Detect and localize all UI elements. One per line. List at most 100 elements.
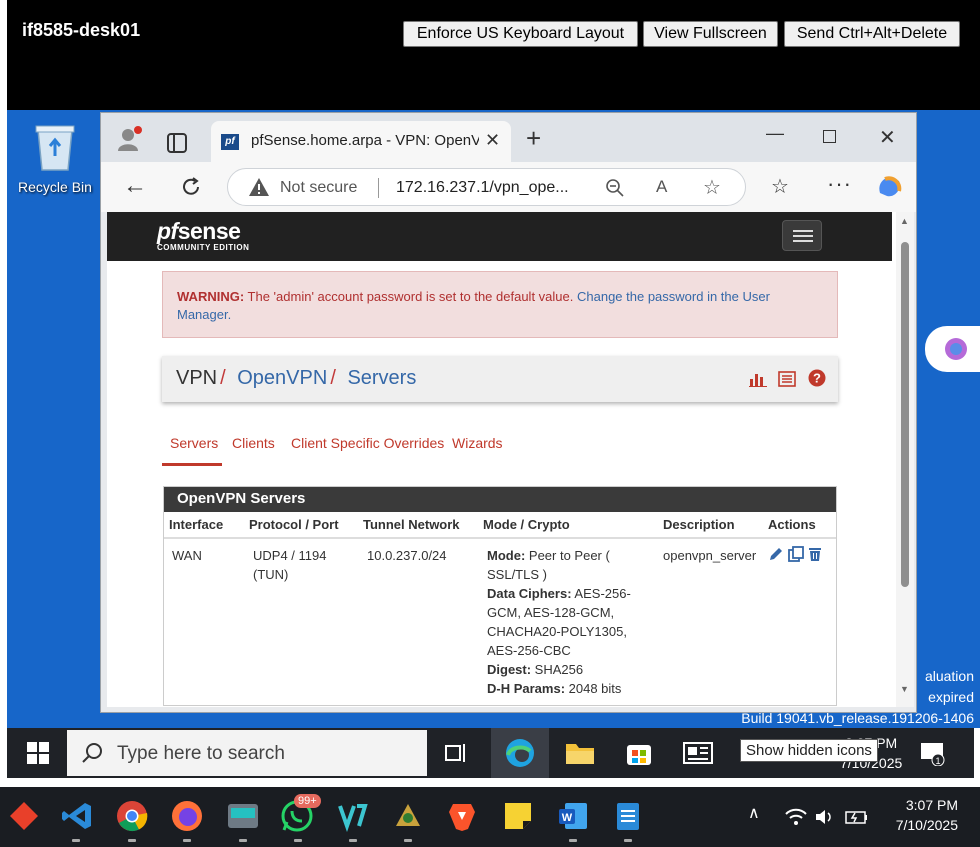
back-icon[interactable]: ←	[123, 172, 147, 200]
brave-icon[interactable]	[446, 800, 478, 832]
scroll-thumb[interactable]	[901, 242, 909, 587]
vscode-icon[interactable]	[61, 800, 93, 832]
edge-taskbar-button[interactable]	[491, 728, 549, 778]
scroll-down-icon[interactable]: ▼	[900, 684, 909, 694]
column-header[interactable]: Actions	[763, 512, 836, 539]
favorites-icon[interactable]: ☆	[771, 174, 789, 199]
status-chart-icon[interactable]	[748, 371, 767, 387]
store-icon[interactable]	[625, 739, 653, 767]
running-indicator	[294, 839, 302, 842]
pfsense-logo[interactable]: pfsense COMMUNITY EDITION	[157, 218, 249, 252]
breadcrumb-servers[interactable]: Servers	[347, 367, 416, 389]
word-icon[interactable]: W	[557, 800, 589, 832]
logo-sense: sense	[177, 218, 241, 244]
cell-tunnel: 10.0.237.0/24	[367, 548, 447, 563]
column-header[interactable]: Tunnel Network	[358, 512, 478, 539]
tab-wizards[interactable]: Wizards	[452, 435, 503, 451]
warning-text: The 'admin' account password is set to t…	[244, 289, 577, 304]
delete-trash-icon[interactable]	[807, 546, 823, 562]
page-scrollbar[interactable]: ▲ ▼	[896, 212, 914, 707]
tab-title: pfSense.home.arpa - VPN: OpenVPN: Server…	[251, 132, 479, 149]
maximize-icon[interactable]	[823, 130, 836, 143]
logo-pf: pf	[157, 218, 178, 244]
send-ctrl-alt-delete-button[interactable]: Send Ctrl+Alt+Delete	[784, 21, 960, 47]
sticky-notes-icon[interactable]	[502, 800, 534, 832]
column-header[interactable]: Description	[658, 512, 763, 539]
host-clock-date: 7/10/2025	[895, 817, 958, 833]
log-list-icon[interactable]	[778, 371, 797, 387]
scroll-up-icon[interactable]: ▲	[900, 216, 909, 226]
breadcrumb-separator: /	[330, 367, 336, 389]
url-text[interactable]: 172.16.237.1/vpn_ope...	[396, 179, 569, 197]
not-secure-label[interactable]: Not secure	[280, 179, 357, 197]
default-password-warning: WARNING: The 'admin' account password is…	[162, 271, 838, 338]
read-aloud-icon[interactable]: A	[656, 177, 667, 197]
edge-icon	[506, 739, 534, 767]
warning-label: WARNING:	[177, 289, 245, 304]
tab-actions-icon[interactable]	[166, 132, 188, 154]
tab-client-specific-overrides[interactable]: Client Specific Overrides	[291, 435, 444, 451]
app-diamond-icon[interactable]	[8, 800, 40, 832]
panel-title: OpenVPN Servers	[164, 487, 836, 512]
notepad-icon[interactable]	[612, 800, 644, 832]
close-tab-icon[interactable]: ✕	[485, 130, 500, 151]
news-icon[interactable]	[683, 741, 713, 765]
task-view-icon[interactable]	[445, 742, 469, 764]
favorite-star-icon[interactable]: ☆	[703, 175, 721, 200]
more-menu-icon[interactable]: ···	[827, 171, 852, 197]
running-indicator	[128, 839, 136, 842]
help-icon[interactable]: ?	[808, 369, 826, 387]
column-header[interactable]: Protocol / Port	[244, 512, 358, 539]
enforce-keyboard-button[interactable]: Enforce US Keyboard Layout	[403, 21, 638, 47]
close-window-icon[interactable]: ✕	[879, 125, 896, 150]
notifications-icon[interactable]: 1	[920, 742, 946, 766]
column-header[interactable]: Interface	[164, 512, 244, 539]
hamburger-menu-icon[interactable]	[782, 220, 822, 251]
running-indicator	[349, 839, 357, 842]
copy-icon[interactable]	[787, 546, 804, 562]
wifi-icon[interactable]	[785, 808, 807, 826]
file-explorer-icon[interactable]	[565, 740, 595, 766]
minimize-icon[interactable]: —	[766, 123, 784, 144]
edit-pencil-icon[interactable]	[768, 546, 784, 562]
host-clock-time: 3:07 PM	[905, 797, 958, 813]
chrome-icon[interactable]	[116, 800, 148, 832]
copilot-side-button[interactable]	[925, 326, 980, 372]
firefox-icon[interactable]	[171, 800, 203, 832]
battery-icon[interactable]	[845, 808, 869, 826]
recycle-bin-shortcut[interactable]: Recycle Bin	[15, 120, 95, 195]
table-header-row: Interface Protocol / Port Tunnel Network…	[164, 512, 836, 539]
recycle-bin-icon	[35, 125, 75, 171]
tab-pfsense[interactable]: pf pfSense.home.arpa - VPN: OpenVPN: Ser…	[211, 121, 511, 162]
refresh-icon[interactable]	[180, 176, 202, 198]
terminal-app-icon[interactable]	[227, 800, 259, 832]
breadcrumb-icons: ?	[748, 369, 826, 393]
breadcrumb-vpn: VPN	[176, 367, 218, 389]
cell-mode-crypto: Mode: Peer to Peer ( SSL/TLS ) Data Ciph…	[478, 538, 658, 705]
table-row: WAN UDP4 / 1194 (TUN) 10.0.237.0/24 Mode…	[164, 538, 836, 705]
address-bar[interactable]: Not secure 172.16.237.1/vpn_ope... A ☆	[227, 168, 746, 206]
volume-icon[interactable]	[815, 808, 835, 826]
breadcrumb-separator: /	[220, 367, 226, 389]
breadcrumb-openvpn[interactable]: OpenVPN	[237, 367, 327, 389]
tab-clients[interactable]: Clients	[232, 435, 275, 451]
warning-triangle-icon[interactable]	[248, 177, 270, 197]
vsphere-icon[interactable]	[337, 800, 369, 832]
show-hidden-icons-chevron-icon[interactable]: ∧	[748, 803, 760, 823]
tab-strip: pf pfSense.home.arpa - VPN: OpenVPN: Ser…	[101, 113, 916, 162]
openvpn-tabs: Servers Clients Client Specific Override…	[162, 433, 838, 466]
column-header[interactable]: Mode / Crypto	[478, 512, 658, 539]
taskbar-search-box[interactable]: Type here to search	[67, 730, 427, 776]
new-tab-icon[interactable]: +	[526, 123, 541, 154]
profile-icon[interactable]	[115, 125, 143, 153]
copilot-icon[interactable]	[875, 173, 903, 201]
view-fullscreen-button[interactable]: View Fullscreen	[643, 21, 778, 47]
host-clock[interactable]: 3:07 PM 7/10/2025	[878, 795, 958, 835]
network-tool-icon[interactable]	[392, 800, 424, 832]
windows-start-icon[interactable]	[27, 742, 49, 764]
running-indicator	[183, 839, 191, 842]
cell-interface: WAN	[172, 548, 202, 563]
tab-servers[interactable]: Servers	[170, 435, 218, 451]
pfsense-navbar: pfsense COMMUNITY EDITION	[107, 212, 892, 261]
zoom-out-icon[interactable]	[605, 178, 625, 198]
